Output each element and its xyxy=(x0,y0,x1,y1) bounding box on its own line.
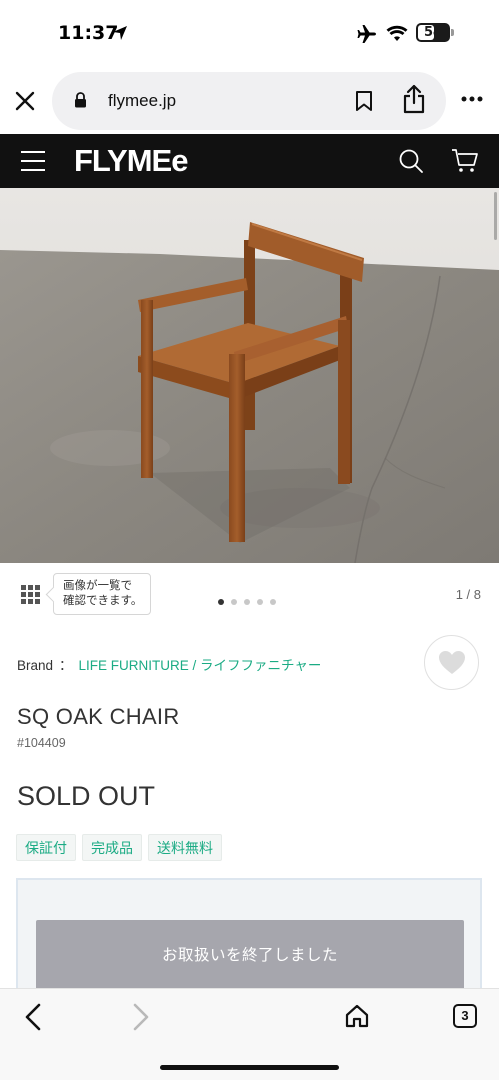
site-logo[interactable]: FLYMEe xyxy=(74,143,188,179)
product-image[interactable] xyxy=(0,188,499,563)
grid-tooltip-line1: 画像が一覧で xyxy=(63,580,132,592)
close-icon[interactable] xyxy=(14,90,36,112)
site-header: FLYMEe xyxy=(0,134,499,188)
carousel-dots[interactable] xyxy=(218,592,283,610)
battery-percent: 54 xyxy=(423,25,443,40)
purchase-box: お取扱いを終了しました xyxy=(16,878,482,998)
product-tags: 保証付 完成品 送料無料 xyxy=(16,834,228,861)
bookmark-icon[interactable] xyxy=(355,90,373,112)
status-time: 11:37 xyxy=(58,22,119,44)
brand-separator: ： xyxy=(59,658,73,673)
heart-icon xyxy=(439,651,465,674)
chevron-left-icon[interactable] xyxy=(22,1003,44,1031)
tag-assembled: 完成品 xyxy=(82,834,142,861)
brand-link[interactable]: LIFE FURNITURE / ライフファニチャー xyxy=(79,658,322,673)
image-counter: 1 / 8 xyxy=(455,587,481,602)
tag-free-shipping: 送料無料 xyxy=(148,834,222,861)
hamburger-icon[interactable] xyxy=(21,151,45,171)
carousel-dot[interactable] xyxy=(231,599,237,605)
discontinued-button[interactable]: お取扱いを終了しました xyxy=(36,920,464,992)
grid-icon[interactable] xyxy=(21,585,41,605)
status-bar: 11:37 54 xyxy=(0,0,499,68)
lock-icon xyxy=(75,92,86,108)
location-arrow-icon xyxy=(113,26,127,40)
cart-icon[interactable] xyxy=(451,148,479,174)
brand-row: Brand ： LIFE FURNITURE / ライフファニチャー xyxy=(17,654,321,674)
home-icon[interactable] xyxy=(345,1004,369,1028)
carousel-dot[interactable] xyxy=(257,599,263,605)
tabs-button[interactable]: 3 xyxy=(453,1004,477,1028)
search-icon[interactable] xyxy=(398,148,424,174)
battery-indicator: 54 xyxy=(416,23,450,42)
home-indicator[interactable] xyxy=(160,1065,339,1070)
airplane-icon xyxy=(357,25,376,43)
grid-tooltip-line2: 確認できます。 xyxy=(63,595,143,607)
tag-warranty: 保証付 xyxy=(16,834,76,861)
carousel-dot[interactable] xyxy=(244,599,250,605)
sold-out-label: SOLD OUT xyxy=(17,781,156,811)
product-code: #104409 xyxy=(17,736,66,750)
carousel-dot[interactable] xyxy=(270,599,276,605)
favorite-button[interactable] xyxy=(424,635,479,690)
grid-tooltip: 画像が一覧で 確認できます。 xyxy=(53,573,151,615)
chevron-right-icon[interactable] xyxy=(130,1003,152,1031)
brand-label: Brand xyxy=(17,658,54,673)
url-text: flymee.jp xyxy=(108,91,177,110)
share-icon[interactable] xyxy=(402,84,426,114)
gallery-controls: 画像が一覧で 確認できます。 1 / 8 xyxy=(0,563,499,627)
browser-address-bar: flymee.jp xyxy=(0,68,499,134)
page-scrollbar[interactable] xyxy=(494,192,497,240)
wifi-icon xyxy=(386,25,408,41)
url-field[interactable]: flymee.jp xyxy=(52,72,446,130)
chair-photo xyxy=(0,188,499,563)
product-title: SQ OAK CHAIR xyxy=(17,704,180,729)
battery-nub xyxy=(451,29,454,36)
more-icon[interactable] xyxy=(461,96,483,102)
carousel-dot[interactable] xyxy=(218,599,224,605)
